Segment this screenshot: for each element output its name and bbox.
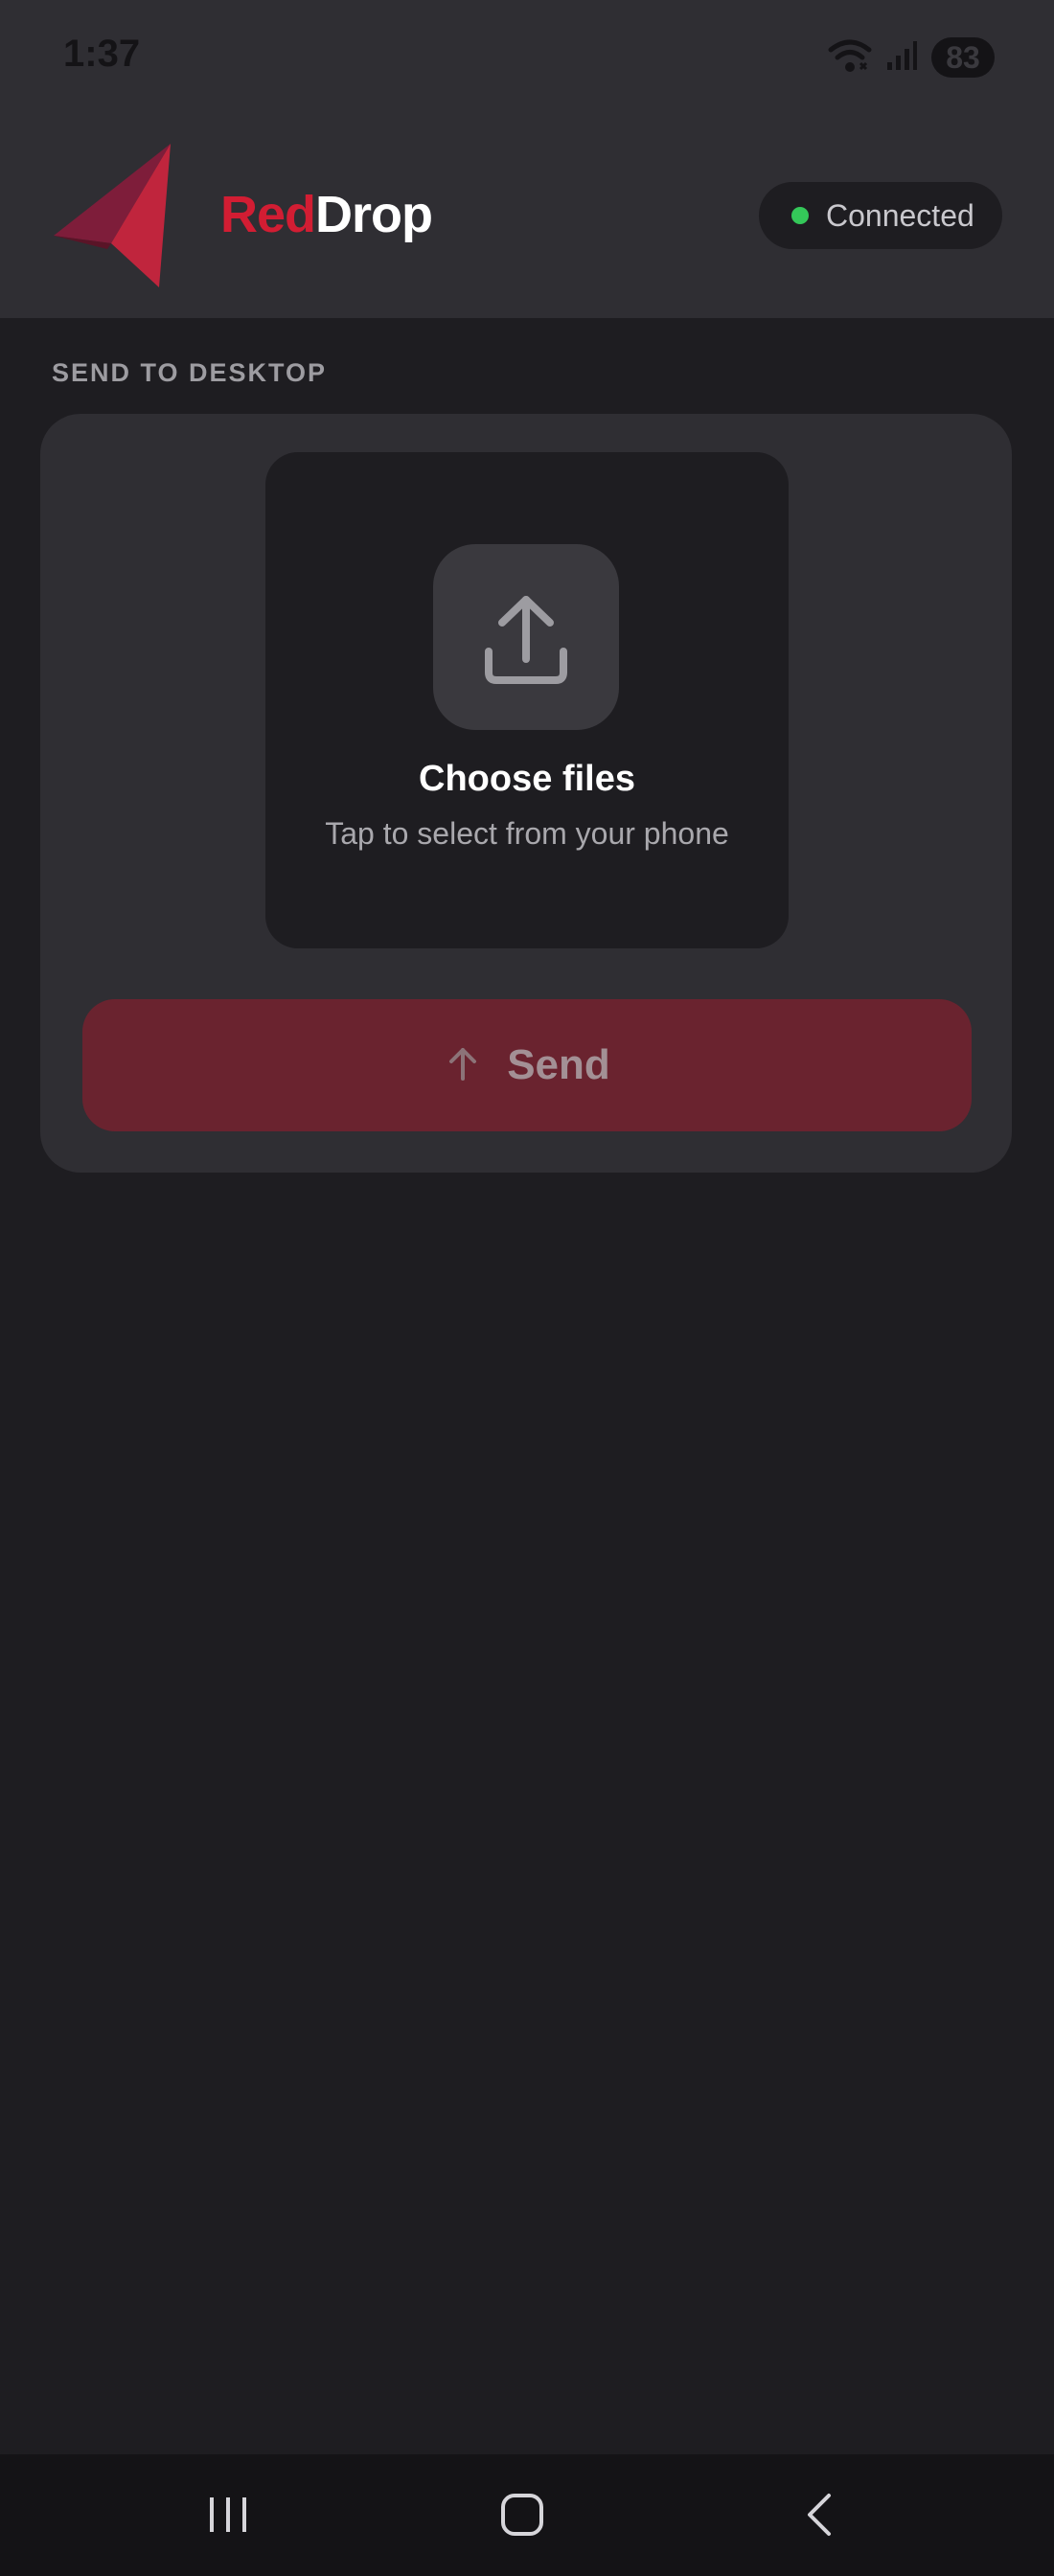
battery-icon: 83	[931, 37, 995, 78]
system-nav-bar	[0, 2454, 1054, 2576]
brand-drop: Drop	[315, 186, 433, 243]
section-label: SEND TO DESKTOP	[52, 358, 328, 387]
home-icon[interactable]	[484, 2481, 561, 2548]
back-icon[interactable]	[781, 2481, 858, 2548]
brand-red: Red	[220, 186, 316, 243]
choose-files-subtitle: Tap to select from your phone	[325, 816, 729, 851]
signal-icon	[885, 39, 918, 77]
reddrop-logo	[50, 142, 178, 289]
recents-icon[interactable]	[190, 2481, 266, 2548]
battery-level: 83	[946, 39, 980, 75]
app-title: RedDrop	[220, 184, 433, 245]
upload-icon	[433, 544, 619, 730]
wifi-icon	[828, 36, 872, 80]
app-screen: 1:37 83 RedDrop Connected SEND TO DESKTO…	[0, 0, 1054, 2576]
send-button-label: Send	[507, 1041, 610, 1088]
status-time: 1:37	[63, 33, 141, 75]
status-icons: 83	[828, 36, 995, 79]
send-button[interactable]: Send	[82, 999, 972, 1131]
connection-status-badge: Connected	[759, 182, 1002, 249]
status-dot-icon	[791, 207, 809, 224]
status-bar: 1:37 83	[0, 0, 1054, 115]
choose-files-title: Choose files	[419, 759, 635, 799]
connection-status-label: Connected	[826, 197, 974, 233]
arrow-up-icon	[444, 1044, 482, 1087]
app-header: 1:37 83 RedDrop Connected	[0, 0, 1054, 318]
